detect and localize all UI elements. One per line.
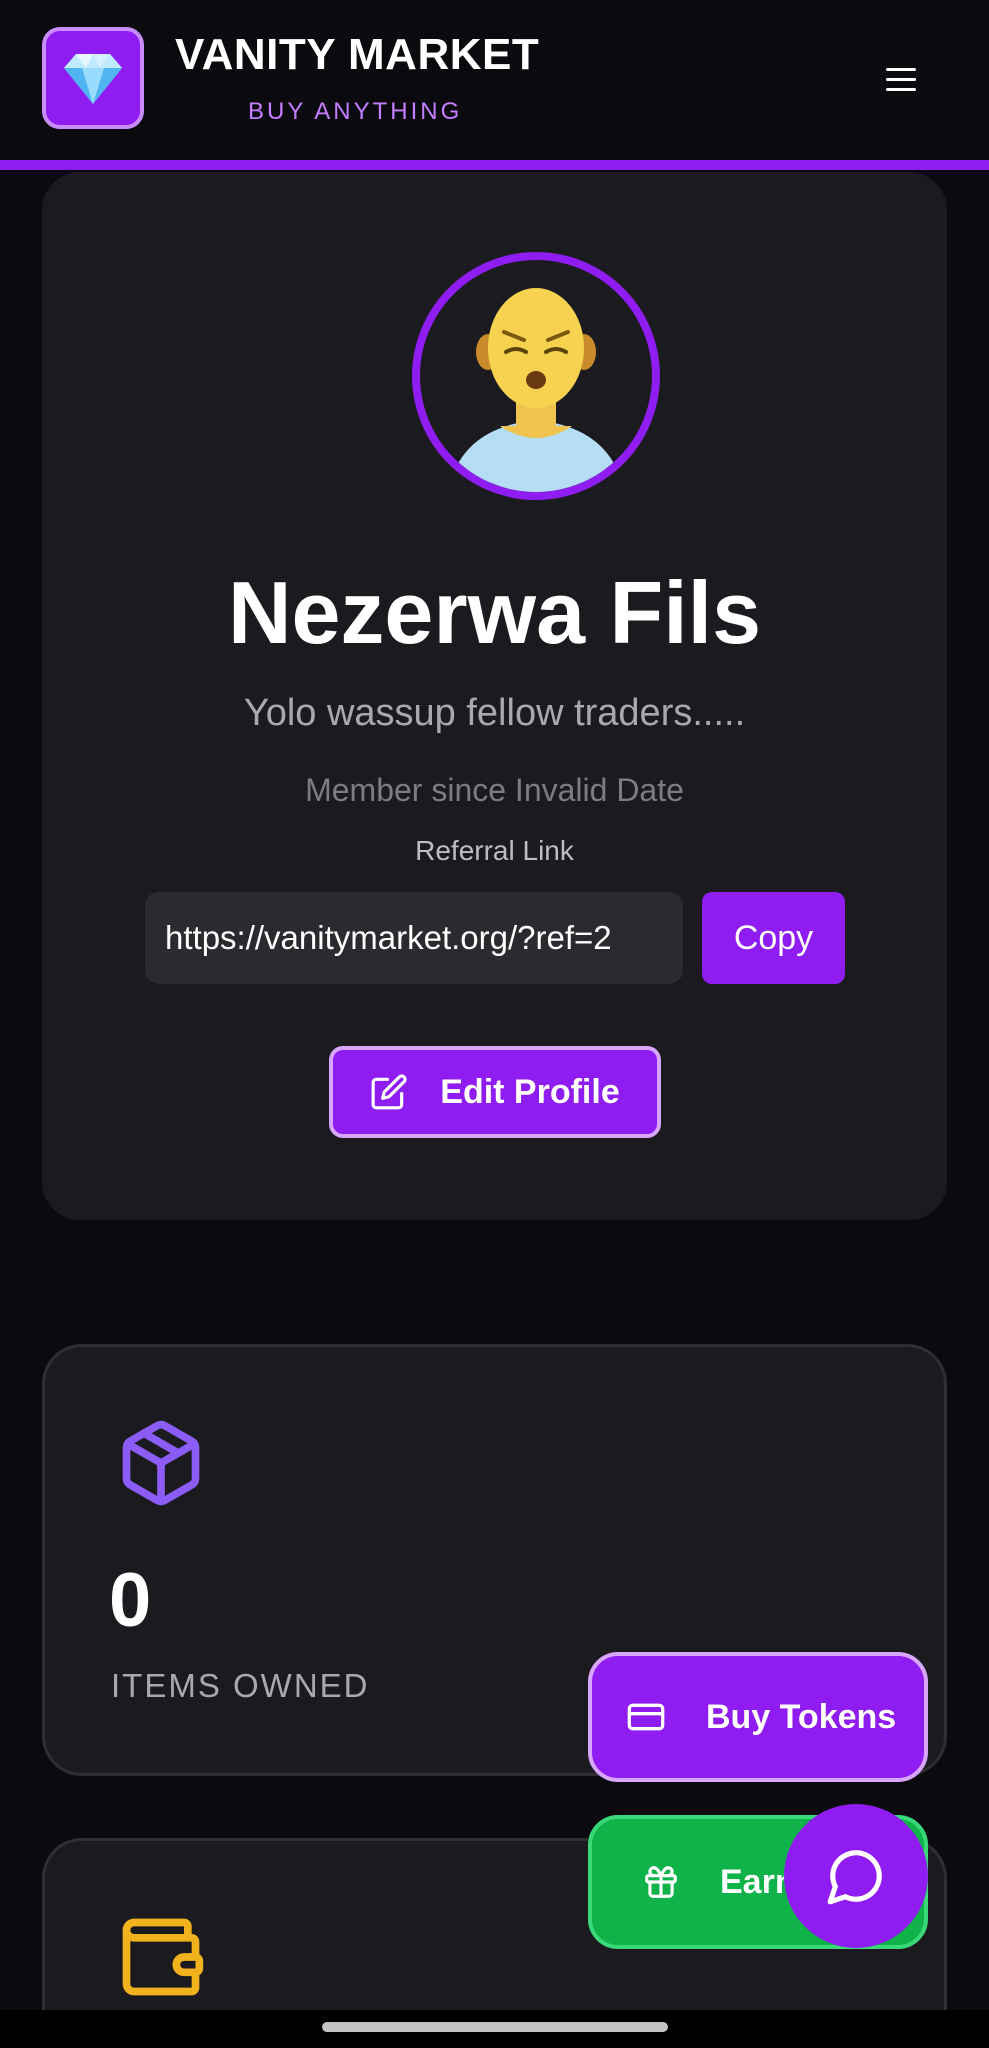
copy-button[interactable]: Copy [702,892,845,984]
edit-icon [371,1074,407,1110]
hamburger-menu-icon[interactable] [880,58,922,100]
items-owned-label: ITEMS OWNED [111,1667,370,1704]
referral-link-field[interactable]: https://vanitymarket.org/?ref=2 [145,892,683,984]
items-owned-value: 0 [109,1558,152,1643]
buy-tokens-button[interactable]: Buy Tokens [588,1652,928,1782]
profile-name: Nezerwa Fils [227,563,762,662]
package-icon [115,1413,207,1518]
chat-button[interactable] [784,1804,928,1948]
app-header: VANITY MARKET BUY ANYTHING [0,0,989,160]
profile-card: Nezerwa Fils Yolo wassup fellow traders.… [42,172,947,1220]
edit-profile-button[interactable]: Edit Profile [329,1046,661,1138]
brand-subtitle: BUY ANYTHING [248,98,463,125]
member-since: Member since Invalid Date [305,772,684,808]
profile-bio: Yolo wassup fellow traders..... [243,692,746,734]
credit-card-icon [627,1703,665,1731]
brand-title: VANITY MARKET [175,30,540,79]
wallet-icon [115,1911,207,2008]
app-page: VANITY MARKET BUY ANYTHING Nezerwa Fils … [0,0,989,2048]
diamond-icon [64,54,122,104]
referral-label: Referral Link [415,835,574,866]
edit-profile-label: Edit Profile [440,1072,620,1111]
chat-bubble-icon [827,1850,882,1905]
brand-logo[interactable] [42,27,144,129]
avatar [412,252,660,500]
buy-tokens-label: Buy Tokens [706,1697,897,1736]
avatar-face-icon [448,288,624,492]
header-accent-bar [0,160,989,170]
gift-icon [645,1866,677,1898]
home-indicator[interactable] [322,2022,668,2032]
